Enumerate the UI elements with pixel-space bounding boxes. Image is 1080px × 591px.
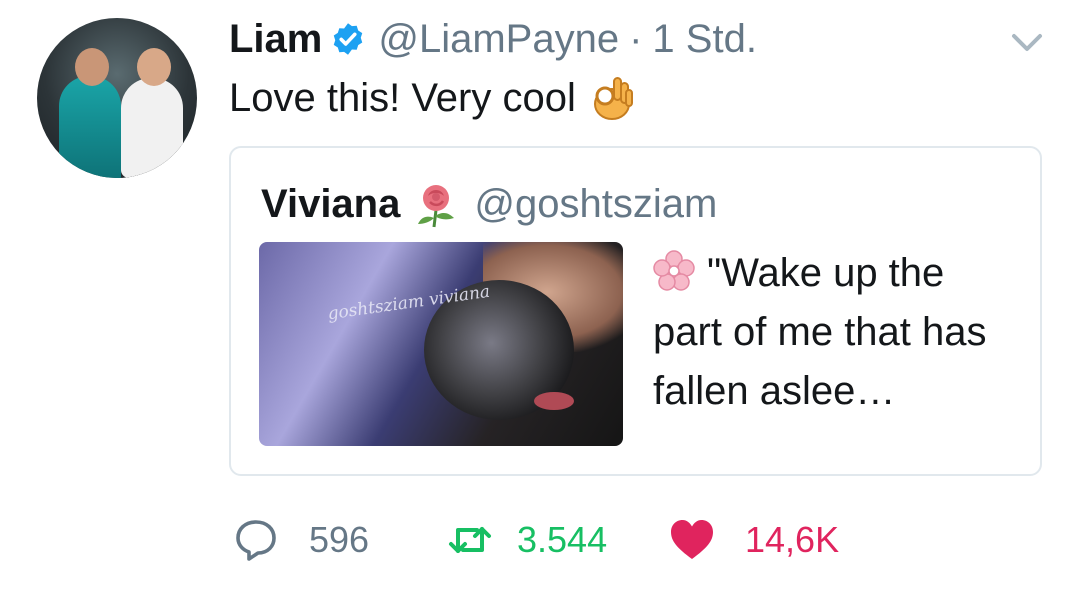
- like-count: 14,6K: [745, 519, 840, 560]
- rose-icon: [418, 185, 455, 228]
- chevron-down-icon[interactable]: [1009, 28, 1045, 56]
- ok-hand-icon: [593, 77, 633, 120]
- avatar-head-right: [137, 48, 171, 86]
- avatar-person-right: [121, 78, 183, 178]
- avatar-person-left: [59, 76, 121, 178]
- like-button[interactable]: 14,6K: [669, 512, 839, 568]
- quoted-tweet-card[interactable]: Viviana @goshtsziam goshtsziam viviana "…: [229, 146, 1042, 476]
- reply-count: 596: [309, 519, 370, 560]
- author-avatar[interactable]: [37, 18, 197, 178]
- retweet-icon: [449, 527, 491, 553]
- retweet-count: 3.544: [517, 519, 608, 560]
- retweet-button[interactable]: 3.544: [447, 512, 607, 568]
- tweet-timestamp[interactable]: 1 Std.: [652, 17, 757, 62]
- tweet-actions: 596 3.544 14,6K: [229, 512, 929, 568]
- cherry-blossom-icon: [653, 250, 695, 291]
- author-name[interactable]: Liam: [229, 17, 322, 62]
- avatar-head-left: [75, 48, 109, 86]
- reply-icon: [236, 520, 276, 561]
- tweet-header: Liam @LiamPayne · 1 Std.: [229, 14, 757, 64]
- thumbnail-lips: [534, 392, 574, 410]
- quoted-tweet-header: Viviana @goshtsziam: [261, 180, 717, 228]
- quoted-tweet-text: "Wake up the part of me that has fallen …: [653, 244, 1023, 421]
- tweet-text-content: Love this! Very cool: [229, 75, 576, 120]
- quoted-media-thumbnail[interactable]: goshtsziam viviana: [259, 242, 623, 446]
- quoted-author-name: Viviana: [261, 181, 401, 226]
- author-handle[interactable]: @LiamPayne: [378, 17, 619, 62]
- tweet-text: Love this! Very cool: [229, 74, 634, 122]
- quoted-author-handle: @goshtsziam: [474, 181, 718, 226]
- header-separator: ·: [629, 16, 643, 61]
- quoted-tweet-text-content: "Wake up the part of me that has fallen …: [653, 251, 987, 413]
- heart-icon: [671, 520, 713, 559]
- reply-button[interactable]: 596: [233, 512, 369, 568]
- verified-badge-icon: [334, 23, 363, 55]
